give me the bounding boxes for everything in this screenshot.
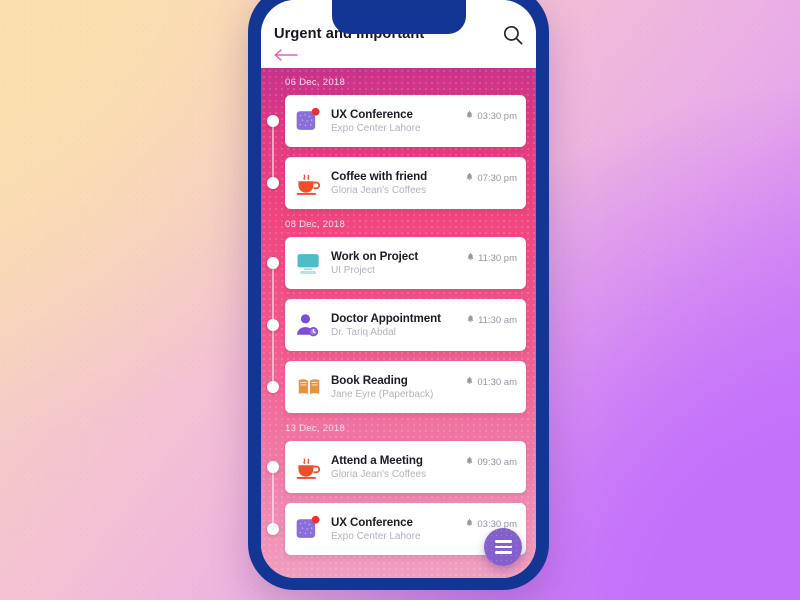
back-arrow-icon[interactable] [273,48,299,62]
event-time: 03:30 pm [477,110,517,122]
bell-icon [465,515,474,533]
date-group-label: 08 Dec, 2018 [285,219,346,230]
event-time: 07:30 pm [477,172,517,184]
event-card-text: UX Conference Expo Center Lahore [331,516,465,542]
event-card-text: Book Reading Jane Eyre (Paperback) [331,374,465,400]
phone-mockup-frame: Urgent and Important 06 Dec, 2018 UX Con… [248,0,549,590]
bell-icon [466,249,475,267]
event-title: Coffee with friend [331,170,428,183]
event-alarm-time: 09:30 am [465,453,517,471]
coffee-cup-icon [292,166,326,200]
event-title: Doctor Appointment [331,312,441,325]
event-alarm-time: 01:30 am [465,373,517,391]
search-icon[interactable] [502,24,524,46]
event-title: UX Conference [331,108,413,121]
event-subtitle: Gloria Jean's Coffees [331,469,427,480]
event-alarm-time: 03:30 pm [465,107,517,125]
event-time: 11:30 pm [478,252,517,264]
event-card-text: Doctor Appointment Dr. Tariq Abdal [331,312,466,338]
notch [331,0,466,34]
event-subtitle: Dr. Tariq Abdal [331,327,396,338]
event-subtitle: Gloria Jean's Coffees [331,185,427,196]
event-title: Book Reading [331,374,408,387]
event-alarm-time: 11:30 pm [466,249,517,267]
bell-icon [465,373,474,391]
purple-square-badge-icon [292,104,326,138]
event-card-text: Attend a Meeting Gloria Jean's Coffees [331,454,465,480]
hamburger-menu-icon[interactable] [484,528,522,566]
event-card[interactable]: UX Conference Expo Center Lahore 03:30 pm [285,95,526,147]
event-time: 09:30 am [477,456,517,468]
coffee-cup-icon [292,450,326,484]
computer-monitor-icon [292,246,326,280]
phone-screen: Urgent and Important 06 Dec, 2018 UX Con… [261,0,536,578]
bell-icon [465,169,474,187]
date-group-label: 06 Dec, 2018 [285,77,346,88]
date-group-label: 13 Dec, 2018 [285,423,346,434]
event-card[interactable]: Doctor Appointment Dr. Tariq Abdal 11:30 … [285,299,526,351]
event-card[interactable]: Book Reading Jane Eyre (Paperback) 01:30 … [285,361,526,413]
event-subtitle: Jane Eyre (Paperback) [331,389,434,400]
event-time: 11:30 am [478,314,517,326]
event-card-text: Work on Project UI Project [331,250,466,276]
bell-icon [465,107,474,125]
event-card[interactable]: Attend a Meeting Gloria Jean's Coffees 09… [285,441,526,493]
event-subtitle: Expo Center Lahore [331,123,421,134]
event-groups: 06 Dec, 2018 UX Conference Expo Center La… [261,77,536,555]
event-time: 01:30 am [477,376,517,388]
event-alarm-time: 07:30 pm [465,169,517,187]
bell-icon [466,311,475,329]
fab-dot-texture [484,528,522,566]
event-title: UX Conference [331,516,413,529]
event-alarm-time: 11:30 am [466,311,517,329]
event-card-text: UX Conference Expo Center Lahore [331,108,465,134]
doctor-person-icon [292,308,326,342]
event-timeline-list[interactable]: 06 Dec, 2018 UX Conference Expo Center La… [261,68,536,578]
open-book-icon [292,370,326,404]
purple-square-badge-icon [292,512,326,546]
event-title: Work on Project [331,250,419,263]
event-subtitle: UI Project [331,265,375,276]
event-card[interactable]: Coffee with friend Gloria Jean's Coffees … [285,157,526,209]
event-card-text: Coffee with friend Gloria Jean's Coffees [331,170,465,196]
event-subtitle: Expo Center Lahore [331,531,421,542]
event-title: Attend a Meeting [331,454,423,467]
bell-icon [465,453,474,471]
event-card[interactable]: Work on Project UI Project 11:30 pm [285,237,526,289]
